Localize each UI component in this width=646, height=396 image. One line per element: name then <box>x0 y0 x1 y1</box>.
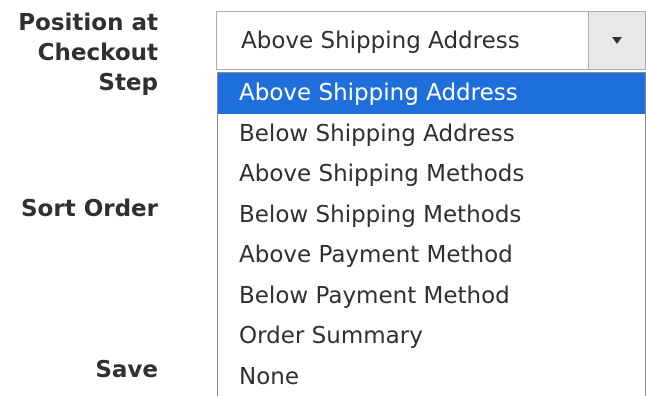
sort-order-label: Sort Order <box>20 196 158 222</box>
checkout-position-form: Position at Checkout Step Sort Order Sav… <box>0 0 646 396</box>
option-none[interactable]: None <box>218 357 645 396</box>
option-below-payment-method[interactable]: Below Payment Method <box>218 276 645 317</box>
option-below-shipping-methods[interactable]: Below Shipping Methods <box>218 195 645 236</box>
position-options-list: Above Shipping Address Below Shipping Ad… <box>217 72 646 396</box>
option-below-shipping-address[interactable]: Below Shipping Address <box>218 114 645 155</box>
option-above-shipping-address[interactable]: Above Shipping Address <box>218 73 645 114</box>
position-at-checkout-step-label: Position at Checkout Step <box>18 10 158 96</box>
chevron-down-icon <box>612 37 622 44</box>
select-current-value: Above Shipping Address <box>241 28 520 54</box>
option-order-summary[interactable]: Order Summary <box>218 316 645 357</box>
save-label: Save <box>95 357 158 383</box>
option-above-shipping-methods[interactable]: Above Shipping Methods <box>218 154 645 195</box>
select-toggle-button[interactable] <box>588 12 645 69</box>
option-above-payment-method[interactable]: Above Payment Method <box>218 235 645 276</box>
position-select[interactable]: Above Shipping Address <box>216 11 646 70</box>
